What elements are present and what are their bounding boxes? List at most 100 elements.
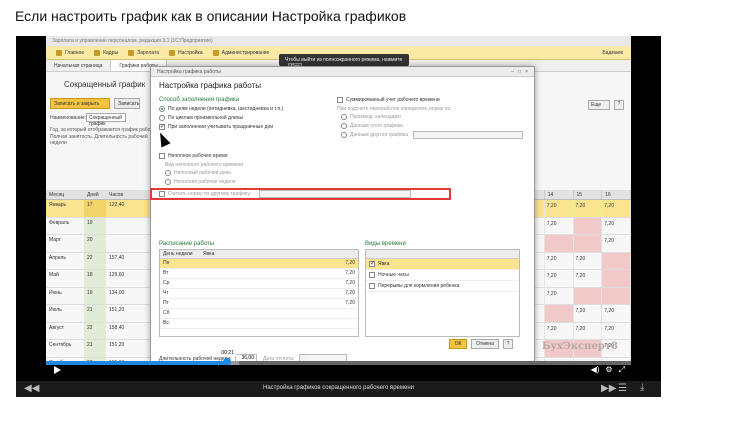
schedule-row[interactable]: Ср 7,20 — [160, 279, 358, 289]
norm-other-option[interactable]: Данным другого графика — [341, 132, 408, 138]
save-button[interactable]: Записать — [114, 98, 140, 109]
table-row[interactable]: Май 18 129,60 — [46, 270, 156, 288]
grid-cell[interactable]: 7,20 — [573, 270, 603, 287]
save-close-button[interactable]: Записать и закрыть — [50, 98, 110, 109]
grid-cell[interactable] — [573, 217, 603, 234]
table-row[interactable]: Июль 21 151,20 — [46, 305, 156, 323]
table-row[interactable]: Июнь 19 134,00 — [46, 287, 156, 305]
download-icon[interactable]: ⤓ — [640, 382, 644, 393]
page-heading: Если настроить график как в описании Нас… — [15, 8, 407, 24]
table-row[interactable]: Апрель 22 157,40 — [46, 252, 156, 270]
grid-cell[interactable] — [573, 235, 603, 252]
cancel-button[interactable]: Отмена — [471, 339, 499, 349]
grid-cell[interactable] — [602, 252, 631, 269]
grid-cell[interactable] — [544, 235, 574, 252]
table-cell: Август — [49, 324, 65, 331]
video-frame[interactable]: Зарплата и управление персоналом, редакц… — [46, 36, 631, 374]
table-row[interactable]: Сентябрь 21 151,20 — [46, 340, 156, 358]
table-cell: 158,40 — [109, 324, 125, 331]
radio-icon — [165, 170, 171, 176]
fullscreen-icon[interactable]: ⤢ — [619, 365, 625, 374]
grid-cell[interactable]: 7,20 — [573, 305, 603, 322]
schedule-day: Вс — [163, 320, 169, 326]
table-row[interactable]: Март 20 — [46, 235, 156, 253]
maximize-icon[interactable]: □ — [518, 69, 521, 75]
section-personnel[interactable]: Кадры — [94, 49, 118, 56]
table-row[interactable]: Август 22 158,40 — [46, 322, 156, 340]
grid-cell[interactable]: 7,20 — [573, 252, 603, 269]
name-field[interactable]: Сокращенный график — [86, 113, 126, 127]
more-button[interactable]: Еще — [588, 100, 610, 110]
checkbox-icon — [159, 153, 165, 159]
schedule-row[interactable]: Пн 7,20 — [160, 259, 358, 269]
section-admin[interactable]: Администрирование — [212, 49, 269, 56]
schedule-kind — [200, 319, 320, 328]
grid-cell[interactable]: 7,20 — [602, 322, 631, 339]
part-time-checkbox[interactable]: Неполное рабочее время — [159, 153, 227, 159]
time-kind-row[interactable]: Ночные часы — [366, 270, 519, 281]
grid-cell[interactable]: 7,20 — [544, 252, 574, 269]
time-kind-row[interactable]: ✓ Явка — [366, 259, 519, 270]
grid-cell[interactable]: 7,20 — [544, 287, 574, 304]
grid-cell[interactable] — [544, 305, 574, 322]
checkbox-checked-icon[interactable]: ✓ — [369, 261, 375, 267]
grid-cell[interactable] — [602, 270, 631, 287]
checkbox-icon[interactable] — [369, 272, 375, 278]
grid-cell[interactable] — [573, 287, 603, 304]
schedule-hours: 7,20 — [345, 300, 355, 306]
grid-cell[interactable]: 7,20 — [544, 322, 574, 339]
section-main[interactable]: Главное — [56, 49, 84, 56]
option-by-cycles[interactable]: По циклам произвольной длины — [159, 115, 243, 121]
video-player[interactable]: Зарплата и управление персоналом, редакц… — [16, 36, 661, 397]
tab-home[interactable]: Начальная страница — [46, 60, 112, 71]
schedule-hours: 7,20 — [345, 290, 355, 296]
time-kind-row[interactable]: Перерывы для кормления ребенка — [366, 281, 519, 292]
section-salary[interactable]: Зарплата — [128, 49, 159, 56]
part-day-option[interactable]: Неполный рабочий день — [165, 170, 231, 176]
schedule-hours: 7,20 — [345, 280, 355, 286]
volume-icon[interactable]: ◀) — [591, 365, 600, 374]
checkbox-icon[interactable] — [369, 283, 375, 289]
app-title: Зарплата и управление персоналом, редакц… — [52, 38, 213, 44]
playlist-icon[interactable]: ☰ — [618, 383, 627, 394]
help-button[interactable]: ? — [614, 100, 624, 110]
table-row[interactable]: Февраль 19 — [46, 217, 156, 235]
close-icon[interactable]: × — [525, 69, 528, 75]
grid-cell[interactable]: 7,20 — [544, 217, 574, 234]
grid-cell[interactable]: 7,20 — [602, 200, 631, 217]
schedule-row[interactable]: Вт 7,20 — [160, 269, 358, 279]
grid-cell[interactable]: 7,20 — [573, 200, 603, 217]
settings-icon[interactable]: ⚙ — [605, 365, 612, 374]
grid-cell[interactable]: 7,20 — [573, 322, 603, 339]
schedule-row[interactable]: Пт 7,20 — [160, 299, 358, 309]
table-cell: 17 — [84, 200, 106, 217]
next-icon[interactable]: ▶▶ — [601, 383, 616, 394]
grid-cell[interactable]: 7,20 — [544, 200, 574, 217]
norm-this-option[interactable]: Данным этого графика — [341, 123, 403, 129]
grid-cell[interactable]: 7,20 — [602, 217, 631, 234]
grid-cell[interactable] — [602, 287, 631, 304]
dialog-help-button[interactable]: ? — [503, 339, 513, 349]
part-week-option[interactable]: Неполная рабочая неделя — [165, 179, 236, 185]
user-name[interactable]: Бадмаев — [602, 50, 623, 56]
ok-button[interactable]: ОК — [449, 339, 467, 349]
norm-production-option[interactable]: Производ. календарю — [341, 114, 401, 120]
grid-cell[interactable]: 7,20 — [602, 235, 631, 252]
grid-cell[interactable]: 7,20 — [544, 270, 574, 287]
minimize-icon[interactable]: – — [511, 69, 514, 75]
summary-accounting-checkbox[interactable]: Суммированный учет рабочего времени — [337, 97, 440, 103]
grid-header-cell: 15 — [574, 190, 603, 199]
schedule-row[interactable]: Вс — [160, 319, 358, 329]
schedule-kind — [200, 299, 320, 308]
grid-cell[interactable]: 7,20 — [602, 305, 631, 322]
table-row[interactable]: Январь 17 122,40 — [46, 200, 156, 218]
play-icon[interactable] — [54, 366, 61, 374]
option-holidays[interactable]: ✓ При заполнении учитывать праздничные дн… — [159, 124, 273, 130]
option-by-weekdays[interactable]: По дням недели (пятидневка, шестидневка … — [159, 106, 283, 112]
other-schedule-field[interactable] — [413, 131, 523, 139]
schedule-row[interactable]: Чт 7,20 — [160, 289, 358, 299]
kinds-title: Виды времени — [365, 241, 406, 247]
schedule-row[interactable]: Сб — [160, 309, 358, 319]
table-cell: 151,20 — [109, 342, 125, 348]
section-settings[interactable]: Настройка — [169, 49, 203, 56]
